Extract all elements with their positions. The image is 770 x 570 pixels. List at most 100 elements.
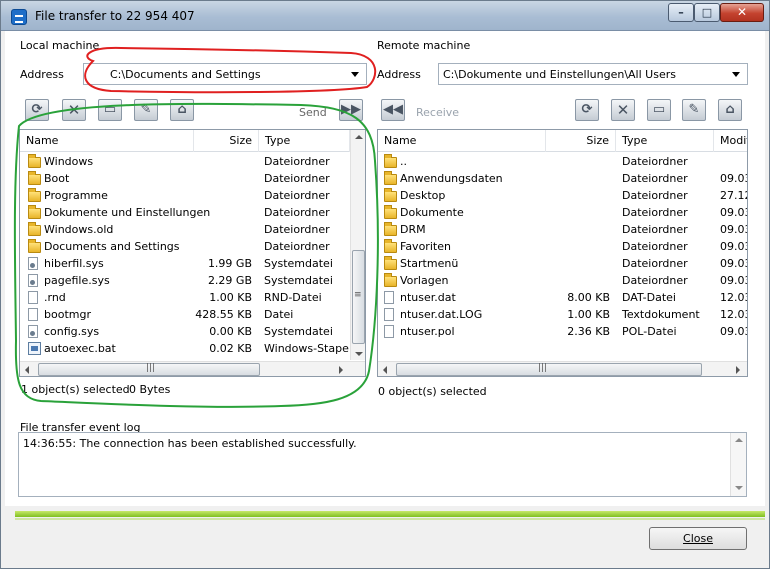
home-icon: ⌂ [725,102,735,117]
local-address-label: Address [20,68,64,81]
remote-col-type[interactable]: Type [616,130,714,152]
remote-file-row[interactable]: Desktop Dateiordner 27.12 [378,188,747,205]
close-window-button[interactable]: ✕ [720,3,764,22]
local-vertical-scrollbar[interactable]: ≡ [350,130,365,360]
accent-bar [15,511,765,517]
remote-refresh-button[interactable]: ⟳ [575,99,599,121]
local-col-size[interactable]: Size [194,130,259,152]
remote-new-folder-button[interactable]: ▭ [647,99,671,121]
local-file-list[interactable]: Name Size Type Windows Dateiordner Boot Dat… [19,129,366,377]
scroll-up-icon[interactable] [735,438,743,442]
title-bar[interactable]: File transfer to 22 954 407 – □ ✕ [1,1,769,31]
file-icon [384,291,394,304]
remote-file-type: Textdokument [622,308,700,321]
event-log[interactable]: 14:36:55: The connection has been establ… [18,432,747,497]
remote-file-row[interactable]: Favoriten Dateiordner 09.03 [378,239,747,256]
remote-file-row[interactable]: ntuser.dat 8.00 KB DAT-Datei 12.03 [378,290,747,307]
send-arrow-icon: ▶▶ [341,102,361,117]
remote-col-name[interactable]: Name [378,130,546,152]
scroll-down-icon[interactable] [735,486,743,490]
local-file-row[interactable]: Windows.old Dateiordner [20,222,350,239]
local-rename-button[interactable]: ✎ [134,99,158,121]
scroll-right-icon[interactable] [736,366,740,374]
remote-file-mod: 27.12 [720,189,747,202]
remote-address-combo[interactable]: C:\Dokumente und Einstellungen\All Users [438,63,748,85]
remote-file-row[interactable]: Dokumente Dateiordner 09.03 [378,205,747,222]
local-file-row[interactable]: bootmgr 428.55 KB Datei [20,307,350,324]
send-label[interactable]: Send [299,106,327,119]
chevron-down-icon[interactable] [351,72,359,77]
local-file-type: Systemdatei [264,274,333,287]
local-file-name: Documents and Settings [44,240,180,253]
receive-button[interactable]: ◀◀ [381,99,405,121]
remote-file-size: 1.00 KB [567,308,610,321]
folder-icon [28,222,41,236]
local-machine-label: Local machine [20,39,100,52]
remote-home-button[interactable]: ⌂ [718,99,742,121]
local-status-bytes: 0 Bytes [129,383,171,396]
local-refresh-button[interactable]: ⟳ [25,99,49,121]
remote-file-row[interactable]: Anwendungsdaten Dateiordner 09.03 [378,171,747,188]
local-file-row[interactable]: hiberfil.sys 1.99 GB Systemdatei [20,256,350,273]
scroll-left-icon[interactable] [25,366,29,374]
remote-file-mod: 12.03 [720,291,747,304]
maximize-button[interactable]: □ [694,3,720,22]
remote-file-row[interactable]: .. Dateiordner [378,154,747,171]
local-file-row[interactable]: config.sys 0.00 KB Systemdatei [20,324,350,341]
remote-delete-button[interactable]: ✕ [611,99,635,121]
remote-hscroll-thumb[interactable] [396,363,702,376]
file-icon [384,308,394,321]
scroll-down-icon[interactable] [355,352,363,356]
remote-file-row[interactable]: ntuser.pol 2.36 KB POL-Datei 09.03 [378,324,747,341]
chevron-down-icon[interactable] [732,72,740,77]
remote-col-size[interactable]: Size [546,130,616,152]
local-file-row[interactable]: Dokumente und Einstellungen Dateiordner [20,205,350,222]
remote-file-row[interactable]: DRM Dateiordner 09.03 [378,222,747,239]
folder-icon [28,239,41,253]
local-address-combo[interactable]: C:\Documents and Settings [83,63,367,85]
new-folder-icon: ▭ [103,102,117,117]
local-file-name: config.sys [44,325,100,338]
local-new-folder-button[interactable]: ▭ [98,99,122,121]
local-file-type: Windows-Stape... [264,342,360,355]
remote-file-row[interactable]: Startmenü Dateiordner 09.03 [378,256,747,273]
remote-horizontal-scrollbar[interactable]: ||| [378,361,747,376]
remote-file-row[interactable]: ntuser.dat.LOG 1.00 KB Textdokument 12.03 [378,307,747,324]
local-file-type: Systemdatei [264,257,333,270]
scroll-right-icon[interactable] [339,366,343,374]
remote-file-list[interactable]: Name Size Type Modif .. Dateiordner Anwend… [377,129,748,377]
teamviewer-app-icon [11,9,27,25]
scroll-left-icon[interactable] [383,366,387,374]
local-file-row[interactable]: pagefile.sys 2.29 GB Systemdatei [20,273,350,290]
delete-icon: ✕ [616,101,630,119]
local-col-type[interactable]: Type [259,130,350,152]
folder-icon [384,205,397,219]
local-delete-button[interactable]: ✕ [62,99,86,121]
local-col-name[interactable]: Name [20,130,194,152]
remote-file-name: ntuser.dat.LOG [400,308,483,321]
local-file-row[interactable]: Programme Dateiordner [20,188,350,205]
local-file-size: 0.02 KB [209,342,252,355]
local-file-row[interactable]: Windows Dateiordner [20,154,350,171]
receive-label[interactable]: Receive [416,106,459,119]
local-list-header: Name Size Type [20,130,350,152]
remote-file-row[interactable]: Vorlagen Dateiordner 09.03 [378,273,747,290]
send-button[interactable]: ▶▶ [339,99,363,121]
local-file-row[interactable]: .rnd 1.00 KB RND-Datei [20,290,350,307]
local-file-row[interactable]: Documents and Settings Dateiordner [20,239,350,256]
local-file-row[interactable]: Boot Dateiordner [20,171,350,188]
remote-file-type: Dateiordner [622,223,688,236]
remote-file-name: DRM [400,223,426,236]
local-horizontal-scrollbar[interactable]: ||| [20,361,365,376]
minimize-button[interactable]: – [668,3,694,22]
remote-rename-button[interactable]: ✎ [682,99,706,121]
local-file-row[interactable]: autoexec.bat 0.02 KB Windows-Stape... [20,341,359,358]
remote-col-modified[interactable]: Modif [714,130,747,152]
log-vertical-scrollbar[interactable] [730,433,746,496]
close-button[interactable]: Close [649,527,747,550]
local-file-name: pagefile.sys [44,274,110,287]
local-home-button[interactable]: ⌂ [170,99,194,121]
folder-icon [384,222,397,236]
remote-file-name: Startmenü [400,257,459,270]
scroll-up-icon[interactable] [355,135,363,139]
